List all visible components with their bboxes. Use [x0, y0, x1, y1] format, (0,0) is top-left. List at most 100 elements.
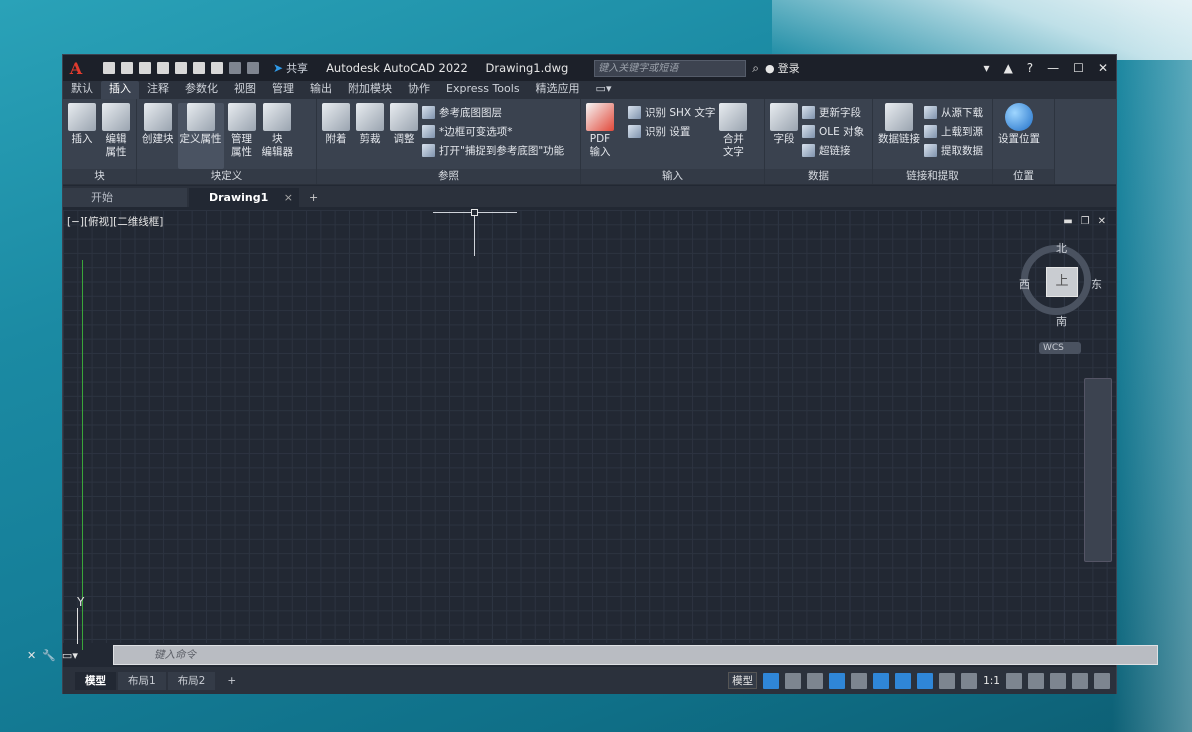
tab-start[interactable]: 开始: [63, 188, 187, 207]
command-close-icon[interactable]: ✕: [27, 649, 36, 662]
attach-button[interactable]: 附着: [320, 103, 352, 169]
new-file-icon[interactable]: [103, 62, 115, 74]
tab-featured-apps[interactable]: 精选应用: [528, 81, 588, 99]
app-logo-icon[interactable]: A: [63, 55, 89, 81]
navigation-bar[interactable]: [1084, 378, 1112, 562]
search-input[interactable]: 键入关键字或短语: [594, 59, 747, 77]
autodesk-app-icon[interactable]: ▲: [1004, 61, 1013, 75]
auto-scale-icon[interactable]: [939, 672, 956, 689]
polar-icon[interactable]: [829, 672, 846, 689]
manage-attributes-button[interactable]: 管理 属性: [226, 103, 258, 169]
login-button[interactable]: ● 登录: [765, 60, 800, 76]
edit-attribute-button[interactable]: 编辑 属性: [100, 103, 132, 169]
new-tab-button[interactable]: +: [301, 188, 326, 207]
viewport-minimize-icon[interactable]: ▬: [1063, 216, 1072, 227]
gear-icon[interactable]: [1006, 672, 1022, 689]
wcs-menu[interactable]: WCS: [1039, 342, 1081, 354]
viewcube-top-face[interactable]: 上: [1046, 267, 1078, 297]
annotation-visibility-icon[interactable]: [917, 672, 934, 689]
tab-layout2[interactable]: 布局2: [167, 671, 216, 690]
isodraft-icon[interactable]: [851, 672, 868, 689]
wrench-icon[interactable]: 🔧: [42, 649, 56, 662]
add-layout-button[interactable]: +: [217, 672, 246, 690]
isolate-objects-icon[interactable]: [1050, 672, 1066, 689]
command-input[interactable]: 键入命令: [113, 645, 1158, 665]
ortho-icon[interactable]: [807, 672, 824, 689]
insert-button[interactable]: 插入: [66, 103, 98, 169]
drawing-canvas[interactable]: [−][俯视][二维线框] ▬ ❐ ✕ Y 上 北 南 东 西 WCS: [63, 209, 1116, 650]
cart-icon[interactable]: ▾: [984, 61, 990, 75]
print-icon[interactable]: [211, 62, 223, 74]
viewport-restore-icon[interactable]: ❐: [1081, 216, 1090, 227]
viewport-label[interactable]: [−][俯视][二维线框]: [67, 214, 163, 229]
open-file-icon[interactable]: [121, 62, 133, 74]
recognize-settings-button[interactable]: 识别 设置: [628, 124, 715, 139]
undo-icon[interactable]: [229, 62, 241, 74]
underlay-layers-button[interactable]: 参考底图图层: [422, 105, 564, 120]
ole-object-button[interactable]: OLE 对象: [802, 124, 864, 139]
create-block-button[interactable]: 创建块: [140, 103, 176, 169]
viewcube-east[interactable]: 东: [1091, 276, 1102, 292]
field-button[interactable]: 字段: [768, 103, 800, 169]
combine-text-button[interactable]: 合并 文字: [717, 103, 749, 169]
model-space-toggle[interactable]: 模型: [728, 672, 758, 689]
data-link-button[interactable]: 数据链接: [876, 103, 922, 169]
extract-data-button[interactable]: 提取数据: [924, 143, 983, 158]
tab-express-tools[interactable]: Express Tools: [438, 81, 528, 99]
redo-icon[interactable]: [247, 62, 259, 74]
hyperlink-button[interactable]: 超链接: [802, 143, 864, 158]
frame-variable-dropdown[interactable]: *边框可变选项*: [422, 124, 564, 139]
maximize-icon[interactable]: ☐: [1073, 61, 1084, 75]
download-from-source-button[interactable]: 从源下载: [924, 105, 983, 120]
viewcube-south[interactable]: 南: [1056, 313, 1067, 329]
viewcube-west[interactable]: 西: [1019, 276, 1030, 292]
tab-output[interactable]: 输出: [302, 81, 340, 99]
share-button[interactable]: ➤ 共享: [273, 60, 308, 76]
clip-button[interactable]: 剪裁: [354, 103, 386, 169]
search-icon[interactable]: ⌕: [752, 61, 759, 76]
fullscreen-icon[interactable]: [1072, 672, 1088, 689]
save-as-icon[interactable]: [157, 62, 169, 74]
annotation-scale-icon[interactable]: [961, 672, 978, 689]
tab-insert[interactable]: 插入: [101, 81, 139, 99]
ribbon-toggle-icon[interactable]: ▭▾: [588, 81, 620, 99]
tab-parametric[interactable]: 参数化: [177, 81, 226, 99]
tab-drawing1[interactable]: Drawing1 ×: [189, 188, 299, 207]
plus-icon[interactable]: [1028, 672, 1044, 689]
set-location-button[interactable]: 设置位置: [996, 103, 1042, 169]
tab-view[interactable]: 视图: [226, 81, 264, 99]
block-definition-panel-title[interactable]: 块定义: [137, 169, 316, 184]
snap-underlay-dropdown[interactable]: 打开"捕捉到参考底图"功能: [422, 143, 564, 158]
tab-default[interactable]: 默认: [63, 81, 101, 99]
snap-icon[interactable]: [785, 672, 802, 689]
tab-model[interactable]: 模型: [75, 671, 116, 690]
save-icon[interactable]: [139, 62, 151, 74]
close-tab-icon[interactable]: ×: [284, 188, 293, 207]
help-icon[interactable]: ?: [1027, 61, 1033, 75]
tab-manage[interactable]: 管理: [264, 81, 302, 99]
recognize-shx-button[interactable]: 识别 SHX 文字: [628, 105, 715, 120]
command-history-icon[interactable]: ▭▾: [62, 649, 78, 662]
minimize-icon[interactable]: —: [1047, 61, 1059, 75]
tab-collaborate[interactable]: 协作: [400, 81, 438, 99]
grid-icon[interactable]: [763, 672, 780, 689]
web-save-icon[interactable]: [193, 62, 205, 74]
close-icon[interactable]: ✕: [1098, 61, 1108, 75]
viewcube-north[interactable]: 北: [1056, 240, 1067, 256]
reference-panel-title[interactable]: 参照: [317, 169, 580, 184]
adjust-button[interactable]: 调整: [388, 103, 420, 169]
tab-annotate[interactable]: 注释: [139, 81, 177, 99]
annotation-scale-value[interactable]: 1:1: [983, 675, 1000, 687]
block-editor-button[interactable]: 块编辑器: [260, 103, 296, 169]
object-snap-icon[interactable]: [895, 672, 912, 689]
tab-layout1[interactable]: 布局1: [118, 671, 166, 690]
web-open-icon[interactable]: [175, 62, 187, 74]
customize-menu-icon[interactable]: [1094, 672, 1110, 689]
viewport-close-icon[interactable]: ✕: [1098, 216, 1106, 227]
define-attribute-button[interactable]: 定义属性: [177, 103, 224, 169]
block-panel-title[interactable]: 块: [63, 169, 136, 184]
upload-to-source-button[interactable]: 上载到源: [924, 124, 983, 139]
update-field-button[interactable]: 更新字段: [802, 105, 864, 120]
tab-addins[interactable]: 附加模块: [340, 81, 400, 99]
object-snap-tracking-icon[interactable]: [873, 672, 890, 689]
